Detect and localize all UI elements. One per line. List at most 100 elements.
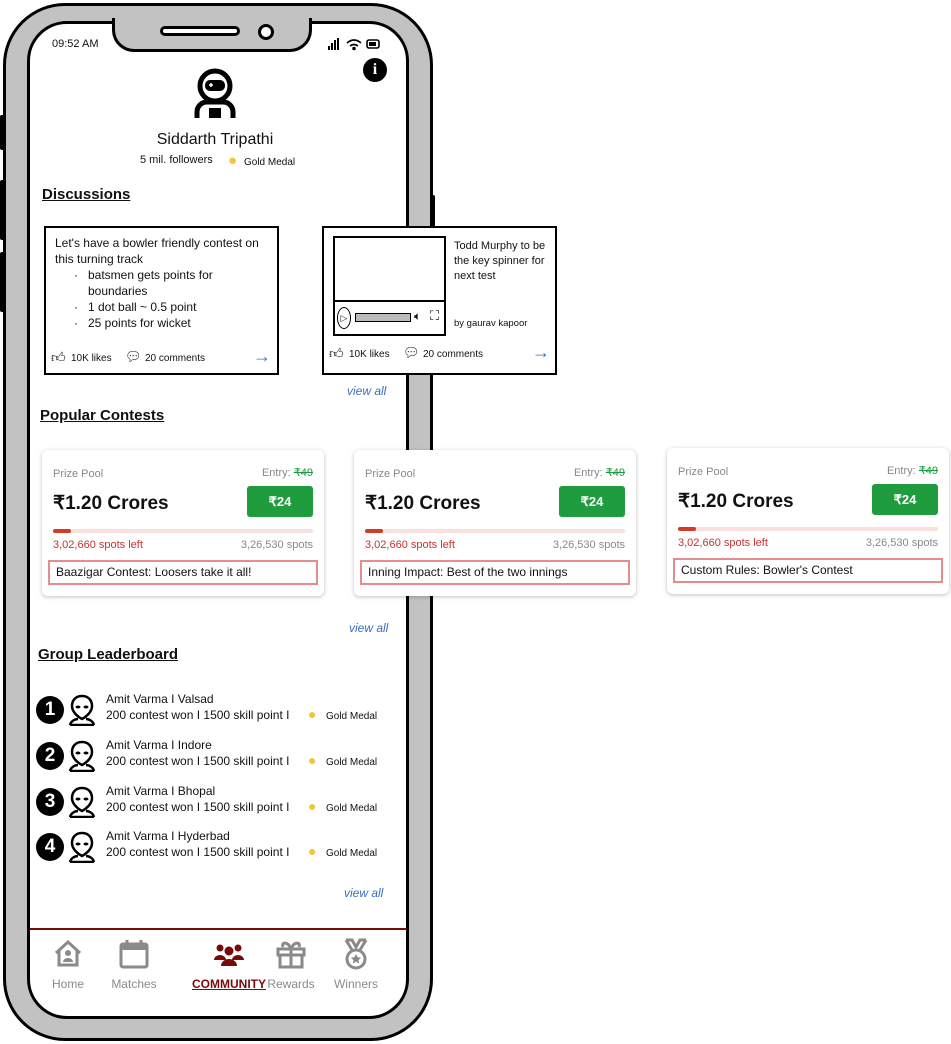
prize-amount: ₹1.20 Crores bbox=[678, 491, 794, 512]
comments-count: 20 comments bbox=[145, 353, 206, 364]
wifi-icon bbox=[346, 39, 362, 51]
nav-rewards[interactable]: Rewards bbox=[259, 938, 323, 996]
like-icon[interactable]: 👍︎ bbox=[329, 345, 344, 362]
post-bullets: batsmen gets points for boundaries 1 dot… bbox=[88, 267, 268, 331]
spots-progress bbox=[678, 527, 938, 531]
spots-progress bbox=[365, 529, 625, 533]
spots-progress bbox=[53, 529, 313, 533]
spots-progress-fill bbox=[365, 529, 384, 533]
entry-label: Entry: bbox=[261, 467, 291, 479]
rank-badge: 2 bbox=[36, 742, 64, 770]
old-price: ₹49 bbox=[605, 467, 625, 479]
contest-name: Inning Impact: Best of the two innings bbox=[360, 560, 630, 585]
rank-badge: 4 bbox=[36, 833, 64, 861]
spots-progress-fill bbox=[678, 527, 697, 531]
discussions-view-all[interactable]: view all bbox=[347, 384, 386, 398]
join-button[interactable]: ₹24 bbox=[559, 486, 625, 517]
old-price: ₹49 bbox=[918, 465, 938, 477]
contest-card[interactable]: Prize Pool Entry: ₹49 ₹1.20 Crores ₹24 3… bbox=[42, 450, 324, 596]
player-name: Amit Varma I Hyderbad bbox=[106, 829, 230, 843]
post-intro: Let's have a bowler friendly contest on … bbox=[55, 236, 259, 266]
leaderboard-view-all[interactable]: view all bbox=[344, 886, 383, 900]
status-time: 09:52 AM bbox=[52, 38, 99, 50]
player-stats: 200 contest won I 1500 skill point I bbox=[106, 754, 290, 768]
arrow-right-icon[interactable]: → bbox=[253, 346, 271, 367]
followers-count: 5 mil. followers bbox=[140, 154, 213, 166]
nav-winners[interactable]: Winners bbox=[324, 938, 388, 996]
video-player[interactable]: ▷ 🔈︎ ⛶ bbox=[333, 236, 446, 336]
nav-label: Winners bbox=[333, 977, 378, 991]
rank-badge: 3 bbox=[36, 788, 64, 816]
gold-medal-icon: ● bbox=[308, 798, 317, 814]
bullet: 25 points for wicket bbox=[88, 315, 268, 331]
profile-name: Siddarth Tripathi bbox=[156, 131, 274, 148]
medal-icon bbox=[344, 938, 368, 970]
status-icons bbox=[328, 38, 380, 51]
gold-medal-icon: ● bbox=[228, 152, 238, 169]
leaderboard-row[interactable]: 3 Amit Varma I Bhopal 200 contest won I … bbox=[36, 784, 396, 822]
comment-icon[interactable]: 💬︎ bbox=[403, 345, 420, 361]
player-name: Amit Varma I Indore bbox=[106, 738, 212, 752]
contest-card[interactable]: Prize Pool Entry: ₹49 ₹1.20 Crores ₹24 3… bbox=[667, 448, 949, 594]
leaderboard-row[interactable]: 4 Amit Varma I Hyderbad 200 contest won … bbox=[36, 829, 396, 867]
discussions-heading: Discussions bbox=[42, 186, 131, 203]
medal-label: Gold Medal bbox=[326, 848, 378, 859]
player-name: Amit Varma I Valsad bbox=[106, 692, 214, 706]
alien-avatar-icon bbox=[68, 694, 96, 726]
player-stats: 200 contest won I 1500 skill point I bbox=[106, 845, 290, 859]
prize-amount: ₹1.20 Crores bbox=[365, 493, 481, 514]
alien-avatar-icon bbox=[68, 786, 96, 818]
contest-name: Baazigar Contest: Loosers take it all! bbox=[48, 560, 318, 585]
arrow-right-icon[interactable]: → bbox=[532, 342, 550, 363]
signal-icon bbox=[328, 38, 339, 50]
medal-label: Gold Medal bbox=[244, 157, 296, 168]
comments-count: 20 comments bbox=[423, 349, 484, 360]
leaderboard-row[interactable]: 2 Amit Varma I Indore 200 contest won I … bbox=[36, 738, 396, 776]
nav-label: Matches bbox=[111, 977, 157, 991]
rank-badge: 1 bbox=[36, 696, 64, 724]
avatar-astronaut-icon bbox=[194, 68, 236, 118]
nav-matches[interactable]: Matches bbox=[102, 938, 166, 996]
volume-icon[interactable]: 🔈︎ bbox=[414, 309, 421, 324]
nav-label: Home bbox=[51, 977, 84, 991]
fullscreen-icon[interactable]: ⛶ bbox=[430, 308, 439, 324]
join-button[interactable]: ₹24 bbox=[872, 484, 938, 515]
total-spots: 3,26,530 spots bbox=[865, 537, 938, 549]
comment-icon[interactable]: 💬︎ bbox=[125, 349, 142, 365]
post-author: by gaurav kapoor bbox=[454, 318, 528, 329]
bullet: 1 dot ball ~ 0.5 point bbox=[88, 299, 268, 315]
join-button[interactable]: ₹24 bbox=[247, 486, 313, 517]
prize-amount: ₹1.20 Crores bbox=[53, 493, 169, 514]
prize-pool-label: Prize Pool bbox=[365, 468, 416, 480]
like-icon[interactable]: 👍︎ bbox=[51, 349, 66, 366]
community-icon bbox=[214, 944, 244, 966]
video-progress[interactable] bbox=[355, 313, 411, 322]
discussion-card-video[interactable]: ▷ 🔈︎ ⛶ Todd Murphy to be the key spinner… bbox=[322, 226, 557, 375]
leaderboard-row[interactable]: 1 Amit Varma I Valsad 200 contest won I … bbox=[36, 692, 396, 730]
medal-label: Gold Medal bbox=[326, 711, 378, 722]
medal-label: Gold Medal bbox=[326, 803, 378, 814]
player-stats: 200 contest won I 1500 skill point I bbox=[106, 800, 290, 814]
discussion-card[interactable]: Let's have a bowler friendly contest on … bbox=[44, 226, 279, 375]
alien-avatar-icon bbox=[68, 831, 96, 863]
prize-pool-label: Prize Pool bbox=[53, 468, 104, 480]
entry-fee: Entry: ₹49 bbox=[887, 464, 938, 477]
info-icon[interactable]: i bbox=[363, 58, 387, 82]
contest-card[interactable]: Prize Pool Entry: ₹49 ₹1.20 Crores ₹24 3… bbox=[354, 450, 636, 596]
alien-avatar-icon bbox=[68, 740, 96, 772]
speaker bbox=[160, 26, 240, 36]
battery-icon bbox=[366, 39, 380, 49]
nav-home[interactable]: Home bbox=[36, 938, 100, 996]
contests-view-all[interactable]: view all bbox=[349, 621, 388, 635]
play-icon[interactable]: ▷ bbox=[337, 307, 351, 329]
likes-count: 10K likes bbox=[71, 353, 112, 364]
gift-icon bbox=[276, 941, 306, 969]
camera bbox=[258, 24, 274, 40]
spots-left: 3,02,660 spots left bbox=[365, 539, 455, 551]
entry-label: Entry: bbox=[886, 465, 916, 477]
contests-heading: Popular Contests bbox=[40, 407, 165, 424]
entry-fee: Entry: ₹49 bbox=[574, 466, 625, 479]
entry-fee: Entry: ₹49 bbox=[262, 466, 313, 479]
old-price: ₹49 bbox=[293, 467, 313, 479]
post-headline: Todd Murphy to be the key spinner for ne… bbox=[454, 240, 546, 282]
